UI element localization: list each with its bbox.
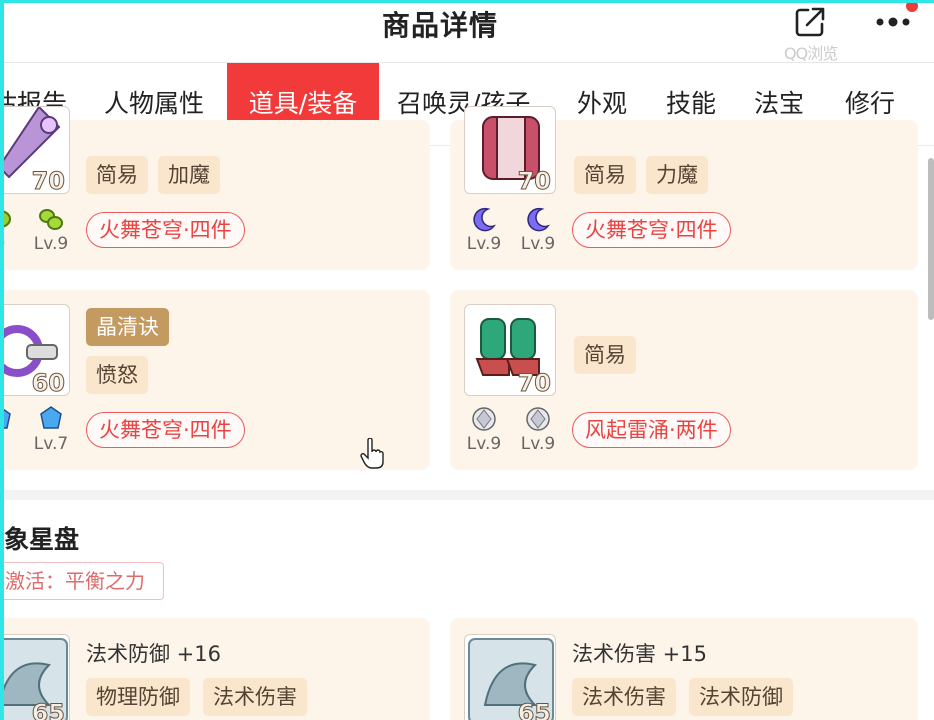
star-card[interactable]: 65 法术伤害 +15 法术伤害 法术防御	[450, 618, 918, 720]
equipment-thumbnail: 70	[464, 304, 556, 396]
star-level: 65	[517, 699, 551, 720]
equipment-level: 70	[31, 167, 65, 194]
gem-slot: Lv.9	[464, 406, 504, 464]
gem-slot: Lv.7	[31, 406, 71, 464]
star-thumbnail: 65	[0, 634, 70, 720]
crystal-gem-icon	[40, 406, 62, 429]
gem-level: Lv.9	[520, 434, 556, 454]
gem-slot: Lv.9	[518, 206, 558, 264]
diamond-gem-icon	[472, 407, 496, 431]
special-tag: 晶清诀	[86, 308, 169, 346]
star-card[interactable]: 65 法术防御 +16 物理防御 法术伤害	[0, 618, 430, 720]
hand-cursor-icon	[360, 438, 384, 469]
header: 商品详情 QQ浏览	[0, 0, 934, 63]
activation-status: 激活：平衡之力	[0, 562, 164, 600]
gem-icon	[39, 209, 63, 230]
set-bonus-tag: 火舞苍穹·四件	[86, 212, 245, 248]
share-icon[interactable]	[792, 4, 828, 40]
gem-slot: Lv.9	[518, 406, 558, 464]
window-frame-left	[0, 0, 4, 720]
diamond-gem-icon	[526, 407, 550, 431]
set-bonus-tag: 火舞苍穹·四件	[572, 212, 731, 248]
star-stat: 法术防御 +16	[86, 642, 221, 666]
star-tag: 法术伤害	[203, 678, 307, 716]
equipment-thumbnail: 70	[0, 106, 70, 194]
equipment-tag: 简易	[574, 156, 636, 194]
section-title: 象星盘	[4, 525, 80, 554]
gem-level: Lv.9	[520, 234, 556, 254]
gem-level: Lv.7	[33, 434, 69, 454]
equipment-tag: 简易	[574, 336, 636, 374]
moon-gem-icon	[473, 207, 497, 232]
section-separator	[0, 490, 934, 500]
star-level: 65	[31, 699, 65, 720]
equipment-tag: 愤怒	[86, 356, 148, 394]
equipment-card[interactable]: 70 简易 力魔 Lv.9 Lv.9 火舞苍穹·四件	[450, 106, 918, 270]
gem-slot: Lv.9	[464, 206, 504, 264]
equipment-thumbnail: 70	[464, 106, 556, 194]
equipment-thumbnail: 60	[0, 304, 70, 396]
star-tag: 法术防御	[689, 678, 793, 716]
star-tag: 物理防御	[86, 678, 190, 716]
scrollbar[interactable]	[928, 158, 934, 320]
gem-level: Lv.9	[33, 234, 69, 254]
equipment-level: 60	[31, 369, 65, 396]
page-title: 商品详情	[381, 9, 498, 42]
window-frame-top	[0, 0, 934, 3]
equipment-card[interactable]: 70 简易 Lv.9 Lv.9 风起雷涌·两件	[450, 290, 918, 470]
star-thumbnail: 65	[464, 634, 556, 720]
set-bonus-tag: 风起雷涌·两件	[572, 412, 731, 448]
more-options-icon[interactable]	[872, 8, 912, 36]
equipment-level: 70	[517, 369, 551, 396]
equipment-level: 70	[517, 167, 551, 194]
browser-watermark: QQ浏览	[784, 44, 838, 63]
equipment-tag: 加魔	[158, 156, 220, 194]
equipment-tag: 力魔	[646, 156, 708, 194]
star-tag: 法术伤害	[572, 678, 676, 716]
gem-level: Lv.9	[466, 434, 502, 454]
equipment-card[interactable]: 70 简易 加魔 9 Lv.9 火舞苍穹·四件	[0, 106, 430, 270]
equipment-tag: 简易	[86, 156, 148, 194]
gem-level: Lv.9	[466, 234, 502, 254]
moon-gem-icon	[527, 207, 551, 232]
gem-slot: Lv.9	[31, 206, 71, 264]
star-stat: 法术伤害 +15	[572, 642, 707, 666]
set-bonus-tag: 火舞苍穹·四件	[86, 412, 245, 448]
